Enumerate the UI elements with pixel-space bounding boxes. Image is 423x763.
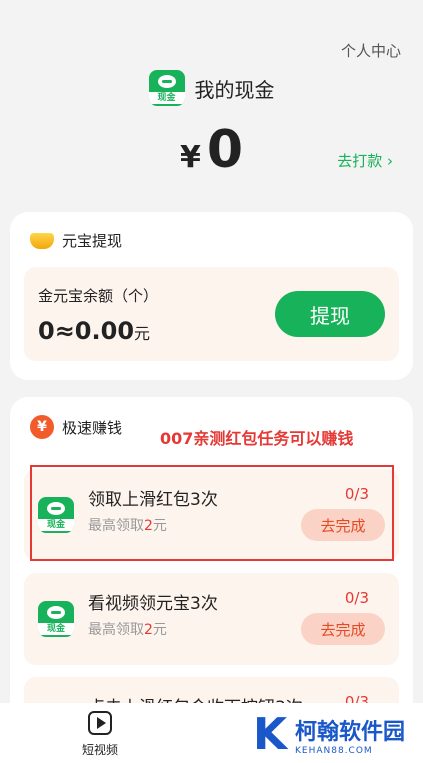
section-title: 极速赚钱 [62, 418, 123, 437]
play-icon [88, 711, 112, 735]
task-progress: 0/3 [344, 589, 369, 607]
task-item: 现金 看视频领元宝3次 最高领取2元 0/3 去完成 [24, 573, 399, 665]
bottom-nav: 短视频 K 柯翰软件园 KEHAN88.COM [0, 703, 423, 763]
page-title: 我的现金 [194, 77, 275, 102]
withdraw-button[interactable]: 提现 [275, 291, 385, 337]
chevron-right-icon: › [387, 152, 393, 170]
highlight-box [30, 465, 394, 561]
ingot-withdraw-card: 元宝提现 金元宝余额（个） 0≈0.00元 提现 [10, 212, 413, 380]
cash-amount: 0 [206, 120, 244, 180]
cash-icon: 现金 [38, 601, 74, 637]
kehan-logo-icon: K [252, 709, 288, 760]
ingot-balance-value: 0≈0.00元 [38, 317, 151, 345]
nav-short-video[interactable]: 短视频 [70, 711, 130, 758]
watermark: K 柯翰软件园 KEHAN88.COM [252, 709, 405, 760]
personal-center-link[interactable]: 个人中心 [341, 40, 401, 61]
yen-coin-icon: ¥ [30, 415, 54, 439]
ingot-balance-label: 金元宝余额（个） [38, 287, 159, 305]
page-header: 现金 我的现金 [0, 70, 423, 106]
task-reward: 最高领取2元 [88, 622, 167, 638]
task-title: 看视频领元宝3次 [88, 594, 218, 614]
go-payout-link[interactable]: 去打款 › [337, 150, 393, 171]
section-title: 元宝提现 [62, 232, 123, 250]
currency-symbol: ¥ [179, 140, 201, 175]
speed-earn-card: ¥ 极速赚钱 007亲测红包任务可以赚钱 现金 领取上滑红包3次 最高领取2元 … [10, 397, 413, 737]
gold-ingot-icon [30, 232, 54, 249]
annotation-text: 007亲测红包任务可以赚钱 [160, 429, 354, 448]
cash-icon: 现金 [148, 70, 185, 106]
complete-task-button[interactable]: 去完成 [301, 613, 385, 645]
